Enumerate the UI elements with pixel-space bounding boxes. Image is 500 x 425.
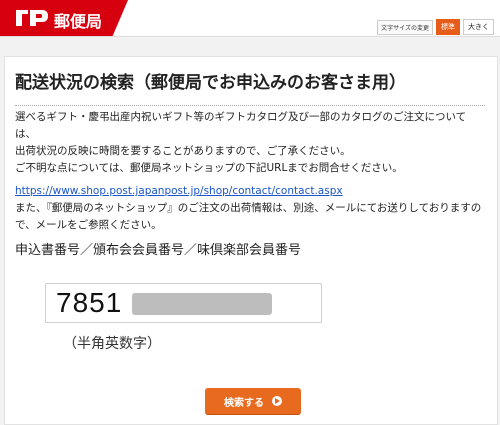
notice-line-3: ご不明な点については、郵便局ネットショップの下記URLまでお問合せください。 — [15, 162, 403, 174]
search-button-label: 検索する — [224, 397, 264, 409]
logo-text: 郵便局 — [54, 12, 103, 31]
font-standard-button[interactable]: 標準 — [436, 19, 460, 35]
arrow-right-icon — [272, 396, 282, 406]
font-size-label: 文字サイズの変更 — [377, 19, 433, 35]
post-mark-icon — [16, 10, 48, 26]
search-card: 配送状況の検索（郵便局でお申込みのお客さま用） 選べるギフト・慶弔出産内祝いギフ… — [4, 56, 498, 425]
notice-after-url: また、『郵便局のネットショップ』のご注文の出荷情報は、別途、メールにてお送りして… — [15, 202, 482, 231]
japan-post-logo[interactable]: 郵便局 — [0, 0, 128, 36]
font-large-button[interactable]: 大きく — [463, 19, 494, 35]
order-number-input[interactable]: 7851 — [45, 283, 322, 323]
page-title: 配送状況の検索（郵便局でお申込みのお客さま用） — [15, 68, 485, 106]
font-size-switcher: 文字サイズの変更 標準 大きく — [377, 19, 494, 35]
order-number-value: 7851 — [56, 287, 123, 318]
notice-line-2: 出荷状況の反映に時間を要することがありますので、ご了承ください。 — [15, 145, 351, 157]
top-bar: 郵便局 文字サイズの変更 標準 大きく — [0, 0, 500, 37]
contact-url-link[interactable]: https://www.shop.post.japanpost.jp/shop/… — [15, 185, 343, 197]
notice-text: 選べるギフト・慶弔出産内祝いギフト等のギフトカタログ及び一部のカタログのご注文に… — [15, 109, 485, 234]
notice-line-1: 選べるギフト・慶弔出産内祝いギフト等のギフトカタログ及び一部のカタログのご注文に… — [15, 111, 467, 140]
search-button[interactable]: 検索する — [205, 388, 301, 414]
input-hint: （半角英数字） — [63, 336, 161, 352]
redaction-mask — [132, 293, 272, 315]
field-label: 申込書番号／頒布会会員番号／味倶楽部会員番号 — [15, 243, 302, 258]
